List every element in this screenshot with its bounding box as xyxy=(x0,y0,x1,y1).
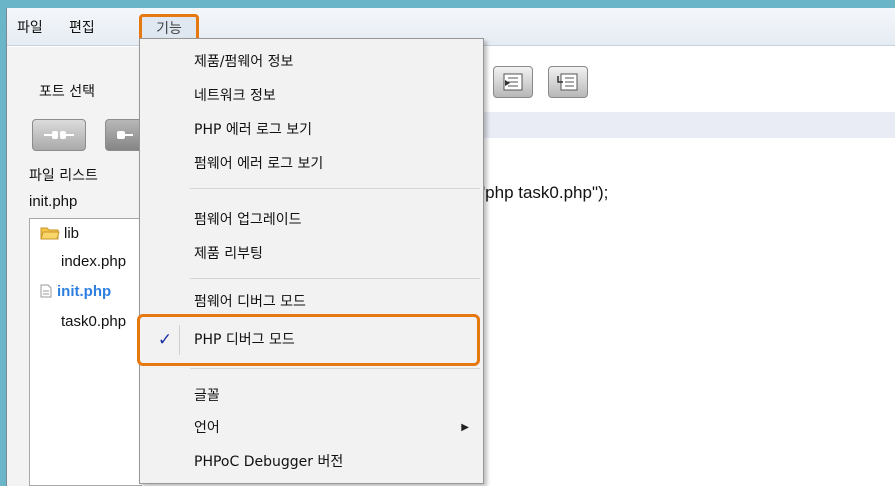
menu-item-label: 글꼴 xyxy=(194,388,220,404)
menu-item-font[interactable]: 글꼴 xyxy=(140,381,483,411)
menu-file[interactable]: 파일 xyxy=(17,18,43,38)
tree-item-task0[interactable]: task0.php xyxy=(61,313,126,330)
menu-item-label: 네트워크 정보 xyxy=(194,88,276,104)
step-over-button[interactable] xyxy=(493,66,533,98)
menu-item-firmware-debug-mode[interactable]: 펌웨어 디버그 모드 xyxy=(140,287,483,317)
function-dropdown-menu: 제품/펌웨어 정보 네트워크 정보 PHP 에러 로그 보기 펌웨어 에러 로그… xyxy=(139,38,484,484)
step-over-icon xyxy=(503,73,523,91)
menu-item-reboot[interactable]: 제품 리부팅 xyxy=(140,239,483,269)
menu-item-product-firmware-info[interactable]: 제품/펌웨어 정보 xyxy=(140,47,483,77)
menu-item-firmware-upgrade[interactable]: 펌웨어 업그레이드 xyxy=(140,205,483,235)
menu-item-label: PHPoC Debugger 버전 xyxy=(194,454,344,470)
menu-item-label: 펌웨어 디버그 모드 xyxy=(194,294,306,310)
unplug-icon xyxy=(117,131,133,139)
tree-item-label: init.php xyxy=(57,283,112,300)
menu-separator xyxy=(190,278,480,279)
menu-item-language[interactable]: 언어 ▶ xyxy=(140,413,483,443)
tree-item-init[interactable]: init.php xyxy=(40,283,111,300)
tree-item-label: task0.php xyxy=(61,313,127,330)
menu-item-version[interactable]: PHPoC Debugger 버전 xyxy=(140,447,483,477)
connect-button[interactable] xyxy=(32,119,86,151)
menu-item-php-error-log[interactable]: PHP 에러 로그 보기 xyxy=(140,115,483,145)
menu-edit[interactable]: 편집 xyxy=(69,18,95,38)
folder-icon xyxy=(40,227,60,240)
menu-item-label: 언어 xyxy=(194,420,220,436)
tree-item-label: index.php xyxy=(61,253,127,270)
menu-item-label: 제품 리부팅 xyxy=(194,246,263,262)
code-args: ("php task0.php"); xyxy=(473,183,609,202)
tree-item-lib[interactable]: lib xyxy=(40,225,79,242)
tree-item-label: lib xyxy=(64,225,80,242)
menu-item-label: 펌웨어 업그레이드 xyxy=(194,212,302,228)
file-tree: lib index.php init.php task0.php xyxy=(29,218,142,486)
port-select-label: 포트 선택 xyxy=(39,84,95,100)
step-into-icon xyxy=(557,73,578,91)
menu-item-firmware-error-log[interactable]: 펌웨어 에러 로그 보기 xyxy=(140,149,483,179)
menu-item-label: 제품/펌웨어 정보 xyxy=(194,54,294,70)
menu-separator xyxy=(190,368,480,369)
current-file-name: init.php xyxy=(29,193,78,210)
file-list-label: 파일 리스트 xyxy=(29,168,98,184)
submenu-arrow-icon: ▶ xyxy=(461,422,469,433)
step-into-button[interactable] xyxy=(548,66,588,98)
menu-item-network-info[interactable]: 네트워크 정보 xyxy=(140,81,483,111)
menu-item-label: 펌웨어 에러 로그 보기 xyxy=(194,156,324,172)
menu-item-label: PHP 에러 로그 보기 xyxy=(194,122,313,138)
menu-separator xyxy=(190,188,480,189)
document-icon xyxy=(40,284,52,298)
code-line[interactable]: n("php task0.php"); xyxy=(464,183,608,203)
highlight-annotation xyxy=(137,314,480,366)
left-panel: 포트 선택 파일 리스트 init.php lib index.php init… xyxy=(7,47,145,486)
plug-icon xyxy=(44,131,74,139)
tree-item-index[interactable]: index.php xyxy=(61,253,126,270)
